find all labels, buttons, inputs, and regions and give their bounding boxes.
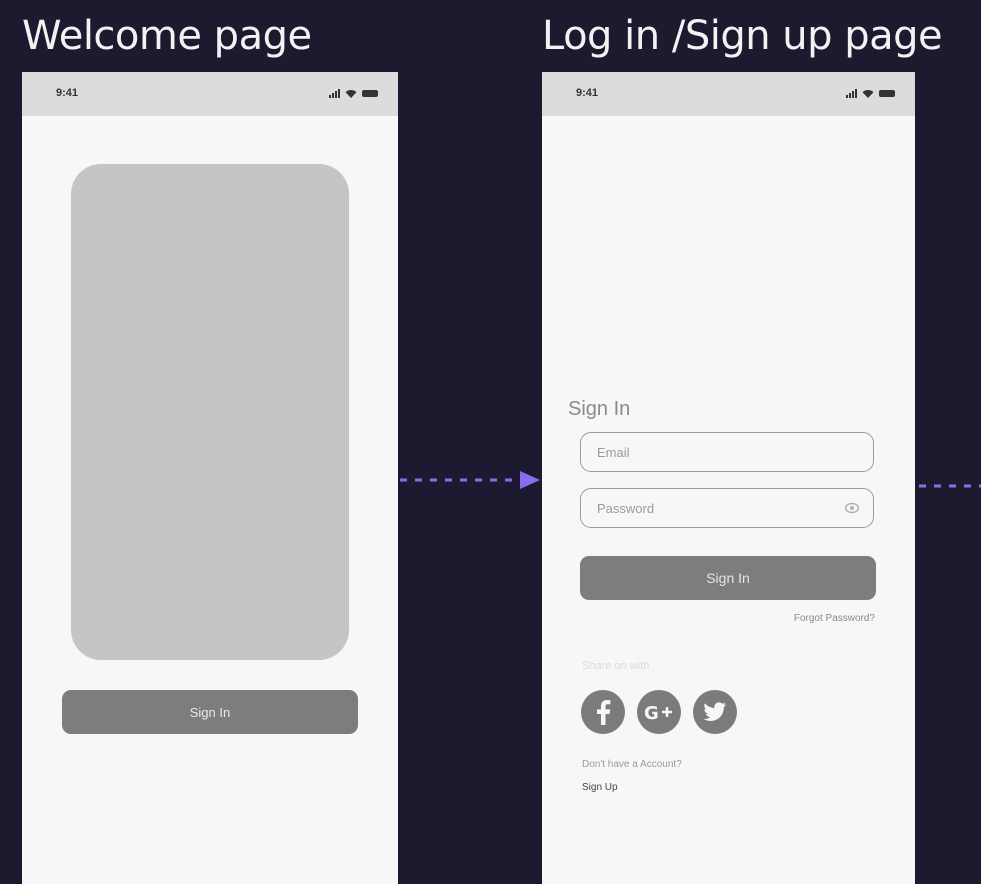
signal-icon [329, 89, 340, 98]
share-label: Share on with [582, 660, 650, 672]
wifi-icon [345, 90, 357, 98]
flow-connector-icon [919, 484, 981, 488]
signin-button[interactable]: Sign In [580, 556, 876, 600]
flow-arrow-icon [400, 471, 540, 489]
email-field[interactable]: Email [580, 432, 874, 472]
status-icons [329, 88, 378, 98]
welcome-signin-button[interactable]: Sign In [62, 690, 358, 734]
login-screen: 9:41 Sign In Email Password Sign In Forg… [542, 72, 915, 884]
status-time: 9:41 [576, 87, 599, 99]
wifi-icon [862, 90, 874, 98]
password-placeholder: Password [597, 501, 655, 516]
status-time: 9:41 [56, 87, 79, 99]
battery-icon [362, 90, 378, 97]
welcome-page-title: Welcome page [22, 13, 312, 59]
email-placeholder: Email [597, 445, 630, 460]
eye-icon[interactable] [845, 502, 859, 514]
svg-text:G: G [644, 703, 659, 724]
signin-heading: Sign In [568, 398, 631, 420]
status-bar: 9:41 [542, 72, 915, 116]
welcome-screen: 9:41 Sign In [22, 72, 398, 884]
password-field[interactable]: Password [580, 488, 874, 528]
facebook-icon[interactable] [581, 690, 625, 734]
login-page-title: Log in /Sign up page [542, 13, 943, 59]
status-bar: 9:41 [22, 72, 398, 116]
twitter-icon[interactable] [693, 690, 737, 734]
hero-image-placeholder [71, 164, 349, 660]
battery-icon [879, 90, 895, 97]
signal-icon [846, 89, 857, 98]
no-account-text: Don't have a Account? [582, 759, 682, 770]
status-icons [846, 88, 895, 98]
google-plus-icon[interactable]: G [637, 690, 681, 734]
signup-link[interactable]: Sign Up [582, 782, 618, 793]
forgot-password-link[interactable]: Forgot Password? [794, 613, 875, 624]
